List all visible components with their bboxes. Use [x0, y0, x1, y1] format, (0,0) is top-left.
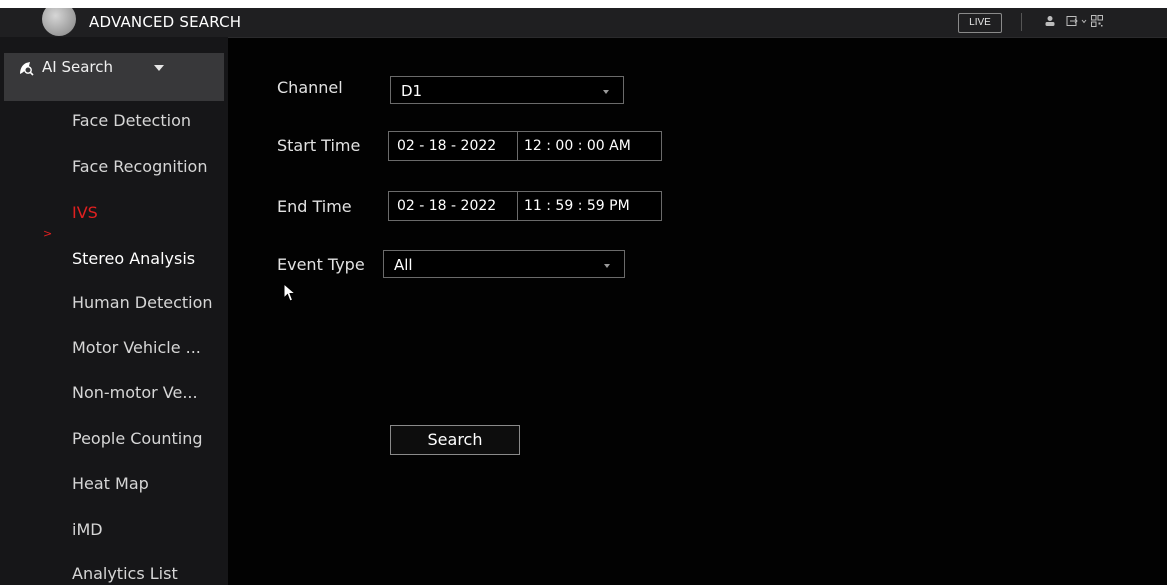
sidebar-item-stereo-analysis[interactable]: Stereo Analysis [72, 249, 195, 268]
channel-select[interactable]: D1 [390, 76, 624, 104]
toolbar-divider [1021, 13, 1022, 31]
sidebar-item-analytics-list[interactable]: Analytics List [72, 564, 178, 583]
sidebar-item-face-recognition[interactable]: Face Recognition [72, 157, 207, 176]
ai-search-dropdown[interactable]: AI Search [4, 53, 224, 101]
channel-value: D1 [401, 82, 423, 100]
logout-icon[interactable] [1066, 15, 1088, 30]
sidebar-item-non-motor-vehicle[interactable]: Non-motor Ve... [72, 383, 198, 402]
event-type-select[interactable]: All [383, 250, 625, 278]
sidebar-item-people-counting[interactable]: People Counting [72, 429, 203, 448]
sidebar-item-ivs[interactable]: IVS [72, 203, 98, 222]
end-time-label: End Time [277, 197, 352, 216]
chevron-down-icon [603, 90, 609, 94]
start-time-input[interactable]: 02 - 18 - 2022 12 : 00 : 00 AM [388, 131, 662, 161]
top-bar: ADVANCED SEARCH LIVE [0, 8, 1167, 38]
mouse-pointer-icon [283, 282, 297, 307]
user-icon[interactable] [1044, 15, 1056, 30]
field-divider [517, 192, 518, 220]
end-date-field[interactable]: 02 - 18 - 2022 [397, 192, 496, 220]
chevron-down-icon [154, 65, 164, 71]
start-date-field[interactable]: 02 - 18 - 2022 [397, 132, 496, 160]
chevron-down-icon [604, 264, 610, 268]
field-divider [517, 132, 518, 160]
sidebar-item-imd[interactable]: iMD [72, 520, 103, 539]
app-logo-icon [42, 8, 76, 36]
sidebar-item-human-detection[interactable]: Human Detection [72, 293, 213, 312]
qr-code-icon[interactable] [1091, 15, 1103, 30]
sidebar-item-motor-vehicle[interactable]: Motor Vehicle ... [72, 338, 201, 357]
sidebar: AI Search Face Detection Face Recognitio… [0, 37, 228, 585]
active-arrow-icon: > [43, 227, 53, 240]
end-time-input[interactable]: 02 - 18 - 2022 11 : 59 : 59 PM [388, 191, 662, 221]
ai-search-icon [20, 62, 34, 76]
start-time-field[interactable]: 12 : 00 : 00 AM [524, 132, 631, 160]
channel-label: Channel [277, 78, 343, 97]
live-button[interactable]: LIVE [958, 13, 1002, 33]
search-button[interactable]: Search [390, 425, 520, 455]
page-title: ADVANCED SEARCH [89, 13, 242, 31]
start-time-label: Start Time [277, 136, 361, 155]
dvr-screen: ADVANCED SEARCH LIVE AI Search Face Dete… [0, 8, 1167, 585]
event-type-label: Event Type [277, 255, 365, 274]
event-type-value: All [394, 256, 413, 274]
sidebar-item-face-detection[interactable]: Face Detection [72, 111, 191, 130]
end-time-field[interactable]: 11 : 59 : 59 PM [524, 192, 630, 220]
sidebar-item-heat-map[interactable]: Heat Map [72, 474, 149, 493]
sidebar-header-label: AI Search [42, 58, 113, 76]
